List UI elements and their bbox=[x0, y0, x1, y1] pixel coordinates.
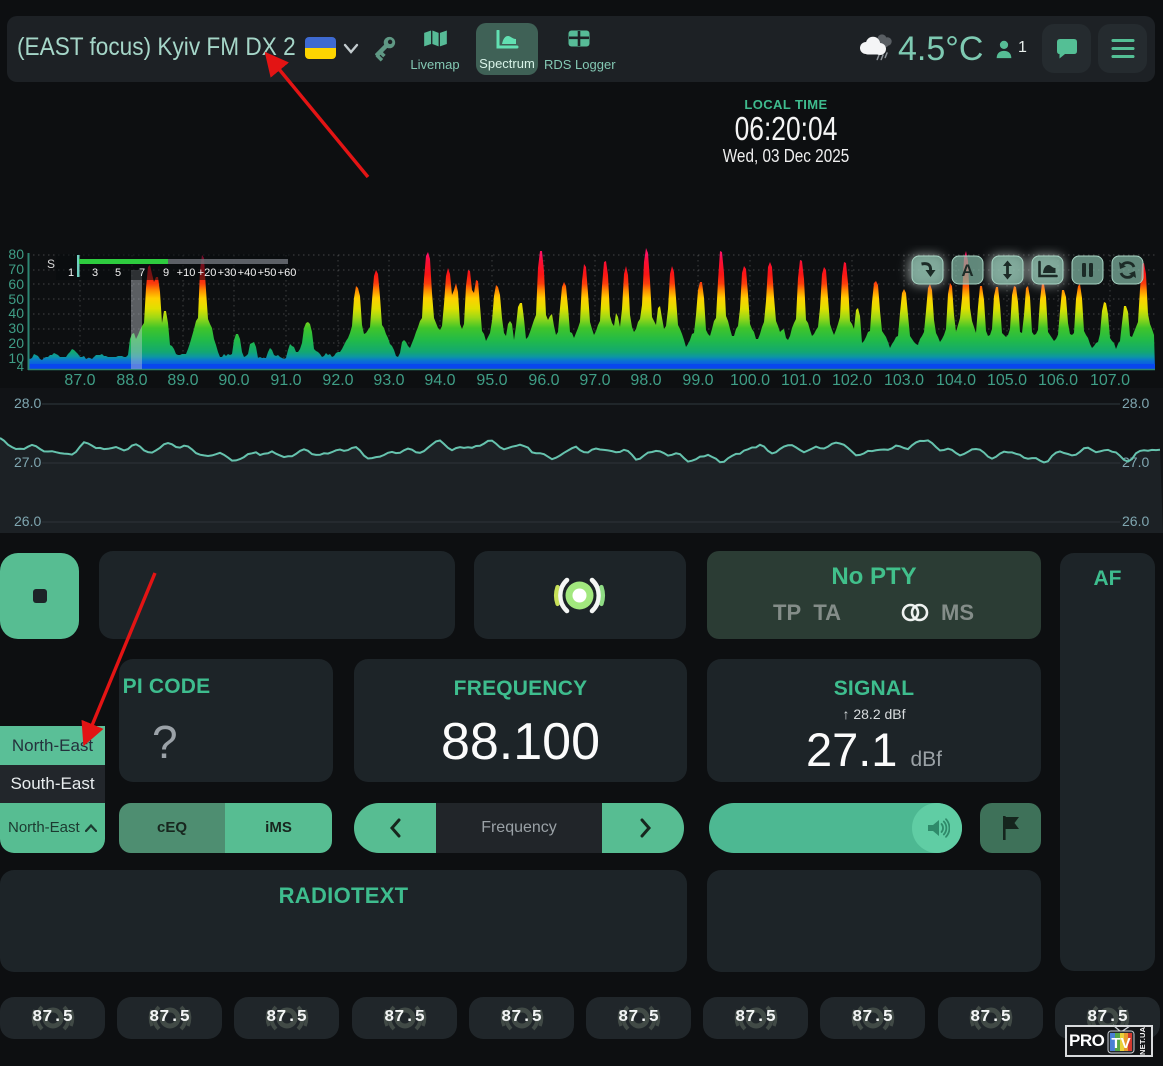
svg-text:26.0: 26.0 bbox=[14, 513, 41, 529]
svg-text:96.0: 96.0 bbox=[528, 372, 559, 389]
svg-text:27.0: 27.0 bbox=[14, 454, 41, 470]
svg-text:106.0: 106.0 bbox=[1038, 372, 1078, 389]
svg-text:28.0: 28.0 bbox=[1122, 395, 1149, 411]
svg-text:104.0: 104.0 bbox=[936, 372, 976, 389]
svg-text:101.0: 101.0 bbox=[781, 372, 821, 389]
svg-text:97.0: 97.0 bbox=[579, 372, 610, 389]
svg-text:5: 5 bbox=[115, 267, 121, 279]
svg-text:40: 40 bbox=[8, 305, 24, 321]
svg-text:107.0: 107.0 bbox=[1090, 372, 1130, 389]
svg-text:7: 7 bbox=[139, 267, 145, 279]
svg-text:TV: TV bbox=[1111, 1035, 1130, 1052]
svg-text:100.0: 100.0 bbox=[730, 372, 770, 389]
svg-text:20: 20 bbox=[8, 335, 24, 351]
svg-text:92.0: 92.0 bbox=[322, 372, 353, 389]
svg-text:102.0: 102.0 bbox=[832, 372, 872, 389]
svg-text:89.0: 89.0 bbox=[167, 372, 198, 389]
svg-text:9: 9 bbox=[163, 267, 169, 279]
svg-text:+20: +20 bbox=[198, 267, 217, 279]
svg-text:88.0: 88.0 bbox=[116, 372, 147, 389]
svg-text:30: 30 bbox=[8, 320, 24, 336]
svg-text:27.0: 27.0 bbox=[1122, 454, 1149, 470]
svg-text:80: 80 bbox=[8, 246, 24, 262]
svg-text:99.0: 99.0 bbox=[682, 372, 713, 389]
svg-text:60: 60 bbox=[8, 276, 24, 292]
svg-text:93.0: 93.0 bbox=[373, 372, 404, 389]
svg-text:105.0: 105.0 bbox=[987, 372, 1027, 389]
svg-text:91.0: 91.0 bbox=[270, 372, 301, 389]
svg-text:87.0: 87.0 bbox=[64, 372, 95, 389]
svg-text:A: A bbox=[961, 261, 973, 280]
svg-text:+60: +60 bbox=[278, 267, 297, 279]
svg-text:S: S bbox=[47, 257, 55, 271]
svg-text:3: 3 bbox=[92, 267, 98, 279]
svg-text:95.0: 95.0 bbox=[476, 372, 507, 389]
svg-text:70: 70 bbox=[8, 261, 24, 277]
svg-text:94.0: 94.0 bbox=[424, 372, 455, 389]
svg-text:28.0: 28.0 bbox=[14, 395, 41, 411]
svg-text:4: 4 bbox=[17, 359, 24, 374]
svg-text:98.0: 98.0 bbox=[630, 372, 661, 389]
svg-text:+30: +30 bbox=[218, 267, 237, 279]
svg-text:26.0: 26.0 bbox=[1122, 513, 1149, 529]
svg-text:90.0: 90.0 bbox=[218, 372, 249, 389]
svg-text:103.0: 103.0 bbox=[884, 372, 924, 389]
svg-text:+10: +10 bbox=[177, 267, 196, 279]
svg-text:+40: +40 bbox=[238, 267, 257, 279]
svg-text:1: 1 bbox=[68, 267, 74, 279]
svg-text:+50: +50 bbox=[258, 267, 277, 279]
